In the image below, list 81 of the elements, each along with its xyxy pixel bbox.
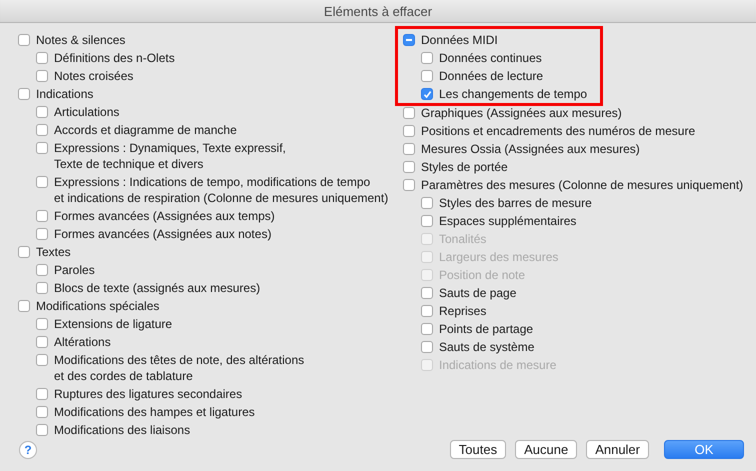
checkbox-label: Modifications des hampes et ligatures — [54, 404, 255, 420]
checkbox[interactable] — [421, 52, 433, 64]
checkbox[interactable] — [36, 264, 48, 276]
checkbox[interactable] — [421, 341, 433, 353]
checkbox-label: Sauts de page — [439, 285, 516, 301]
checkbox-label: Positions et encadrements des numéros de mesure — [421, 123, 696, 139]
checkbox[interactable] — [18, 300, 30, 312]
checkbox-label: Données de lecture — [439, 68, 544, 84]
checkbox-label: Modifications spéciales — [36, 298, 160, 314]
checkbox-label: Sauts de système — [439, 339, 534, 355]
checkbox[interactable] — [36, 318, 48, 330]
checkbox-label: Données MIDI — [421, 32, 498, 48]
checkbox-label: Reprises — [439, 303, 486, 319]
checkbox[interactable] — [36, 70, 48, 82]
checkbox[interactable] — [403, 179, 415, 191]
checkbox-label: Largeurs des mesures — [439, 249, 558, 265]
checkbox-label: Ruptures des ligatures secondaires — [54, 386, 242, 402]
checkbox[interactable] — [421, 197, 433, 209]
checkbox[interactable] — [36, 354, 48, 366]
checkbox[interactable] — [403, 34, 415, 46]
checkbox[interactable] — [421, 323, 433, 335]
checkbox-label: Blocs de texte (assignés aux mesures) — [54, 280, 260, 296]
checkbox-label: Expressions : Dynamiques, Texte expressif, Texte de technique et divers — [54, 140, 286, 172]
checkbox[interactable] — [36, 124, 48, 136]
checkbox-label: Paramètres des mesures (Colonne de mesures uniquement) — [421, 177, 744, 193]
checkbox[interactable] — [36, 228, 48, 240]
checkbox[interactable] — [18, 246, 30, 258]
checkbox-label: Définitions des n-Olets — [54, 50, 175, 66]
dialog-button[interactable]: Annuler — [586, 440, 649, 459]
checkbox-label: Les changements de tempo — [439, 86, 588, 102]
checkbox[interactable] — [36, 176, 48, 188]
checkbox-label: Points de partage — [439, 321, 534, 337]
checkbox-label: Espaces supplémentaires — [439, 213, 576, 229]
dialog-button[interactable]: Aucune — [515, 440, 578, 459]
checkbox[interactable] — [36, 282, 48, 294]
dialog-button[interactable]: Toutes — [450, 440, 506, 459]
checkbox-label: Tonalités — [439, 231, 486, 247]
checkbox[interactable] — [36, 388, 48, 400]
checkbox[interactable] — [421, 70, 433, 82]
checkbox-label: Styles des barres de mesure — [439, 195, 592, 211]
checkbox[interactable] — [36, 424, 48, 436]
checkbox[interactable] — [403, 143, 415, 155]
checkbox-label: Mesures Ossia (Assignées aux mesures) — [421, 141, 640, 157]
checkbox[interactable] — [36, 106, 48, 118]
checkbox[interactable] — [36, 210, 48, 222]
checkbox-label: Indications de mesure — [439, 357, 556, 373]
checkbox-label: Formes avancées (Assignées aux temps) — [54, 208, 275, 224]
checkbox[interactable] — [403, 161, 415, 173]
checkbox-label: Données continues — [439, 50, 542, 66]
checkbox[interactable] — [421, 215, 433, 227]
checkbox[interactable] — [36, 52, 48, 64]
checkbox-label: Modifications des têtes de note, des altérations et des cordes de tablature — [54, 352, 304, 384]
checkbox-label: Paroles — [54, 262, 95, 278]
checkbox-label: Indications — [36, 86, 94, 102]
checkbox[interactable] — [36, 142, 48, 154]
checkbox[interactable] — [18, 88, 30, 100]
checkbox[interactable] — [403, 125, 415, 137]
checkbox[interactable] — [36, 406, 48, 418]
checkbox[interactable] — [421, 287, 433, 299]
checkbox[interactable] — [403, 107, 415, 119]
window-title: Eléments à effacer — [324, 4, 432, 18]
checkbox-label: Position de note — [439, 267, 526, 283]
checkbox-label: Formes avancées (Assignées aux notes) — [54, 226, 272, 242]
checkbox[interactable] — [421, 305, 433, 317]
checkbox[interactable] — [421, 88, 433, 100]
checkbox-label: Modifications des liaisons — [54, 422, 190, 438]
checkbox-label: Styles de portée — [421, 159, 508, 175]
checkbox[interactable] — [18, 34, 30, 46]
checkbox-label: Altérations — [54, 334, 111, 350]
checkbox-label: Extensions de ligature — [54, 316, 172, 332]
checkbox[interactable] — [36, 336, 48, 348]
checkmark-icon — [422, 90, 432, 98]
checkbox-label: Notes croisées — [54, 68, 134, 84]
help-button[interactable]: ? — [19, 440, 37, 458]
checkbox-label: Expressions : Indications de tempo, modifications de tempo et indications de respiration (Colonne de mesures uniquement) — [54, 174, 388, 206]
checkbox-label: Accords et diagramme de manche — [54, 122, 237, 138]
checkbox-label: Textes — [36, 244, 71, 260]
checkbox-label: Notes & silences — [36, 32, 126, 48]
dash-icon — [405, 36, 413, 44]
checkbox-label: Graphiques (Assignées aux mesures) — [421, 105, 622, 121]
checkbox-label: Articulations — [54, 104, 120, 120]
